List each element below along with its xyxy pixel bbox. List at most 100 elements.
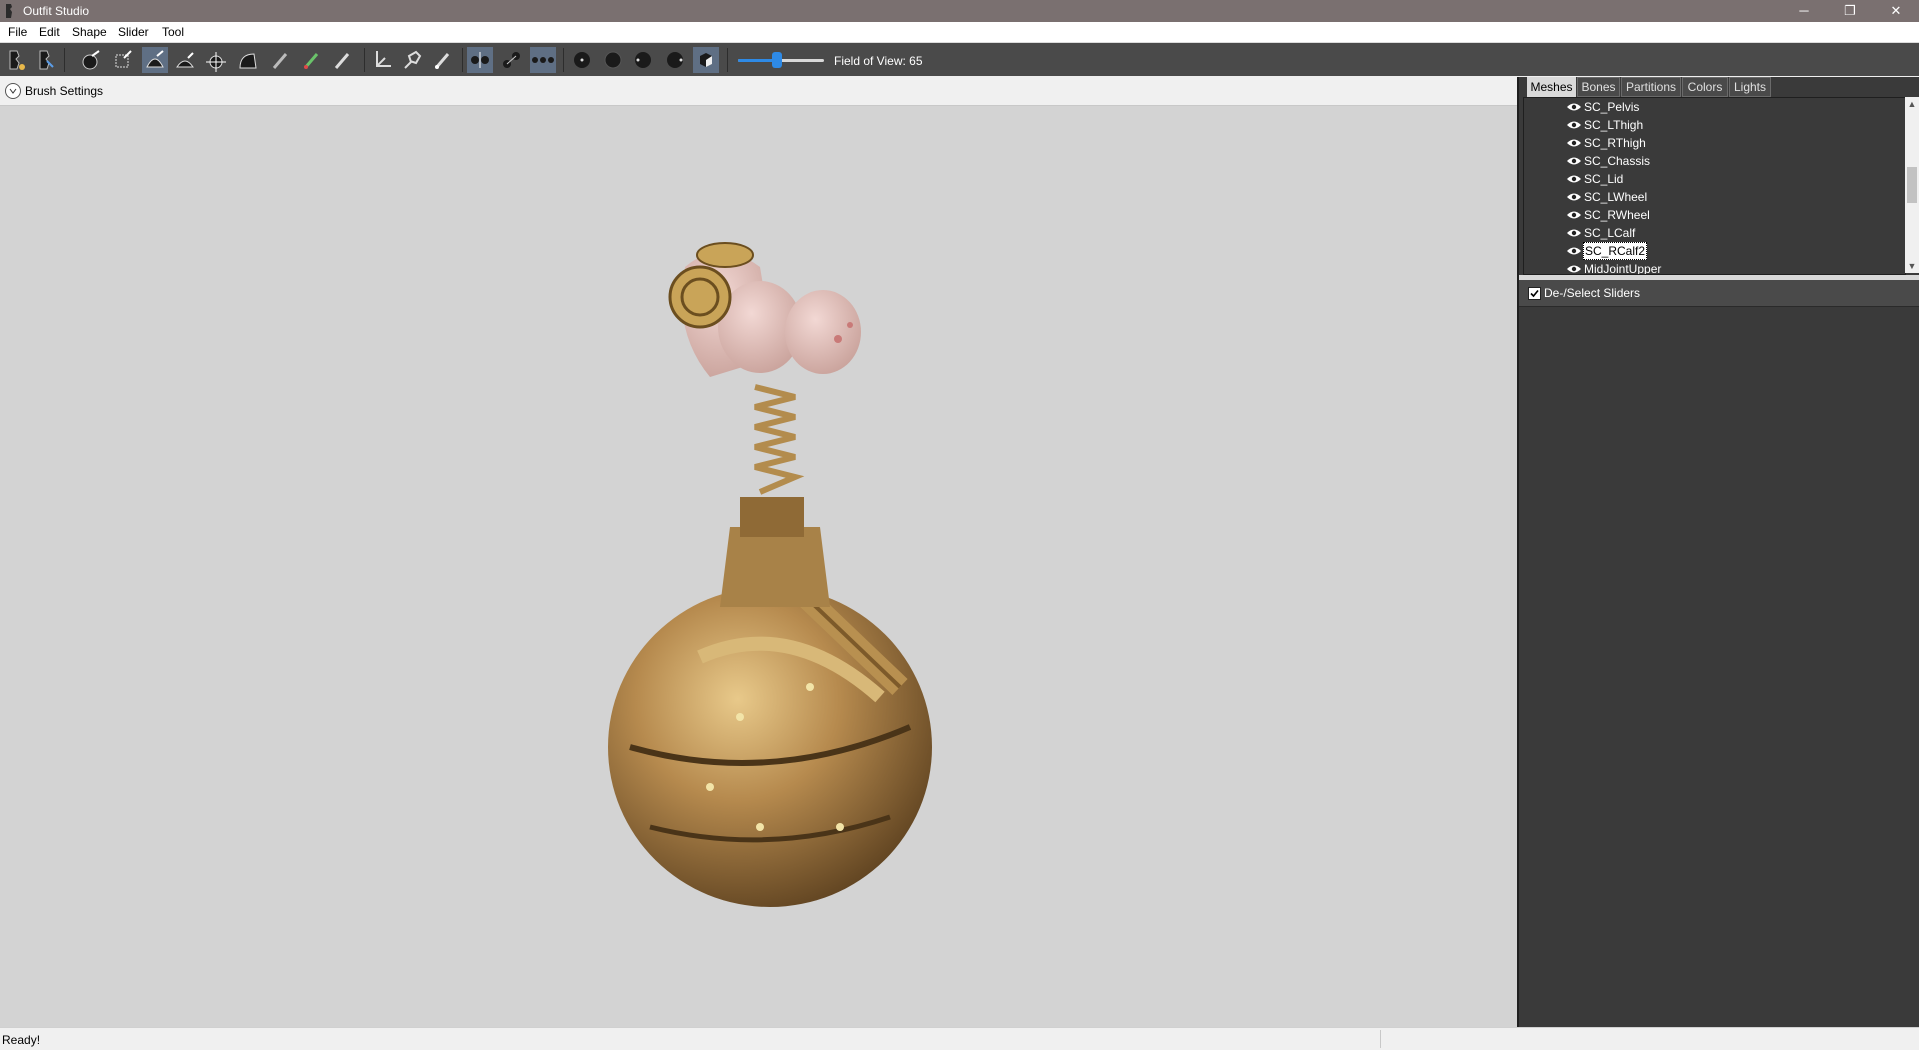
eye-icon[interactable] bbox=[1566, 228, 1582, 238]
scroll-up-icon[interactable]: ▲ bbox=[1905, 97, 1919, 111]
status-bar: Ready! bbox=[0, 1027, 1919, 1050]
move-brush-icon bbox=[206, 52, 226, 72]
deflate-brush-button[interactable] bbox=[172, 47, 198, 73]
small-brush-button[interactable] bbox=[569, 47, 595, 73]
smooth-brush-icon bbox=[239, 53, 257, 69]
eye-icon[interactable] bbox=[1566, 102, 1582, 112]
inflate-brush-icon bbox=[146, 50, 164, 68]
mesh-label: MidJointUpper bbox=[1584, 262, 1662, 275]
status-text: Ready! bbox=[2, 1033, 41, 1047]
transform-icon bbox=[376, 51, 391, 67]
load-outfit-icon bbox=[39, 50, 54, 70]
menu-shape[interactable]: Shape bbox=[72, 25, 107, 39]
tab-lights[interactable]: Lights bbox=[1729, 77, 1771, 97]
tab-meshes[interactable]: Meshes bbox=[1527, 77, 1576, 97]
smooth-brush-button[interactable] bbox=[235, 47, 261, 73]
pivot-icon bbox=[404, 50, 422, 69]
eye-icon[interactable] bbox=[1566, 156, 1582, 166]
slider-header: De-/Select Sliders bbox=[1519, 280, 1919, 307]
dot-brush-icon bbox=[635, 52, 651, 68]
mesh-list-scrollbar[interactable]: ▲ ▼ bbox=[1905, 97, 1919, 273]
3d-viewport[interactable]: Brush Settings bbox=[0, 77, 1517, 1027]
alpha-brush-button[interactable] bbox=[329, 47, 355, 73]
eye-icon[interactable] bbox=[1566, 138, 1582, 148]
sphere-brush-button[interactable] bbox=[662, 47, 688, 73]
cube-button[interactable] bbox=[693, 47, 719, 73]
mesh-label: SC_LWheel bbox=[1584, 190, 1648, 204]
cube-icon bbox=[700, 53, 712, 67]
load-outfit-button[interactable] bbox=[33, 47, 59, 73]
restore-button[interactable]: ❐ bbox=[1827, 0, 1873, 22]
vertex-edit-button[interactable] bbox=[430, 47, 456, 73]
right-panel: Meshes Bones Partitions Colors Lights SC… bbox=[1517, 77, 1919, 1027]
toolbar: Field of View: 65 bbox=[0, 43, 1919, 76]
fov-slider[interactable] bbox=[738, 52, 824, 68]
chevron-down-icon[interactable] bbox=[5, 83, 21, 99]
mesh-label: SC_RThigh bbox=[1584, 136, 1646, 150]
select-sliders-label: De-/Select Sliders bbox=[1544, 286, 1641, 300]
brush-settings-bar[interactable]: Brush Settings bbox=[0, 77, 1517, 106]
eye-icon[interactable] bbox=[1566, 264, 1582, 274]
eye-icon[interactable] bbox=[1566, 246, 1582, 256]
mesh-list[interactable]: SC_Pelvis SC_LThigh SC_RThigh SC_Chassis… bbox=[1523, 97, 1906, 275]
dot-brush-button[interactable] bbox=[630, 47, 656, 73]
sphere-brush-icon bbox=[667, 52, 683, 68]
move-brush-button[interactable] bbox=[204, 47, 230, 73]
fov-slider-thumb[interactable] bbox=[771, 52, 782, 68]
menu-file[interactable]: File bbox=[8, 25, 27, 39]
mesh-label: SC_Pelvis bbox=[1584, 100, 1640, 114]
scroll-thumb[interactable] bbox=[1907, 167, 1917, 203]
eye-icon[interactable] bbox=[1566, 210, 1582, 220]
load-reference-button[interactable] bbox=[3, 47, 29, 73]
pivot-button[interactable] bbox=[399, 47, 425, 73]
fov-label: Field of View: 65 bbox=[834, 54, 923, 68]
connected-only-button[interactable] bbox=[499, 47, 525, 73]
menu-tool[interactable]: Tool bbox=[162, 25, 184, 39]
mesh-label: SC_Lid bbox=[1584, 172, 1624, 186]
weight-brush-icon bbox=[272, 53, 288, 69]
brush-settings-label: Brush Settings bbox=[25, 84, 104, 98]
menu-edit[interactable]: Edit bbox=[39, 25, 60, 39]
deflate-brush-icon bbox=[176, 52, 194, 68]
title-bar: Outfit Studio ─ ❐ ✕ bbox=[0, 0, 1919, 22]
scroll-down-icon[interactable]: ▼ bbox=[1905, 259, 1919, 273]
select-brush-icon bbox=[82, 50, 100, 70]
global-brush-icon bbox=[532, 57, 554, 63]
window-title: Outfit Studio bbox=[23, 4, 90, 18]
mask-brush-button[interactable] bbox=[110, 47, 136, 73]
close-button[interactable]: ✕ bbox=[1873, 0, 1919, 22]
tab-bones[interactable]: Bones bbox=[1577, 77, 1620, 97]
vertex-edit-icon bbox=[434, 53, 450, 69]
weight-brush-button[interactable] bbox=[267, 47, 293, 73]
tab-partitions[interactable]: Partitions bbox=[1621, 77, 1681, 97]
mask-brush-icon bbox=[115, 50, 132, 68]
mesh-label: SC_RCalf2 bbox=[1583, 242, 1648, 260]
global-brush-button[interactable] bbox=[530, 47, 556, 73]
tab-colors[interactable]: Colors bbox=[1682, 77, 1728, 97]
mesh-label: SC_LThigh bbox=[1584, 118, 1644, 132]
app-icon bbox=[6, 4, 12, 18]
mesh-label: SC_LCalf bbox=[1584, 226, 1636, 240]
small-brush-icon bbox=[574, 52, 590, 68]
minimize-button[interactable]: ─ bbox=[1781, 0, 1827, 22]
eye-icon[interactable] bbox=[1566, 174, 1582, 184]
menu-bar: File Edit Shape Slider Tool bbox=[0, 22, 1919, 43]
select-sliders-checkbox[interactable] bbox=[1528, 287, 1541, 300]
fov-slider-fill bbox=[738, 59, 777, 62]
model-render[interactable] bbox=[590, 227, 950, 927]
color-brush-button[interactable] bbox=[298, 47, 324, 73]
large-brush-button[interactable] bbox=[600, 47, 626, 73]
eye-icon[interactable] bbox=[1566, 120, 1582, 130]
select-brush-button[interactable] bbox=[78, 47, 104, 73]
menu-slider[interactable]: Slider bbox=[118, 25, 149, 39]
inflate-brush-button[interactable] bbox=[142, 47, 168, 73]
load-reference-icon bbox=[9, 50, 25, 70]
color-brush-icon bbox=[303, 53, 319, 69]
large-brush-icon bbox=[604, 51, 622, 69]
mesh-label: SC_RWheel bbox=[1584, 208, 1650, 222]
transform-button[interactable] bbox=[368, 47, 394, 73]
alpha-brush-icon bbox=[334, 53, 350, 69]
x-mirror-button[interactable] bbox=[467, 47, 493, 73]
eye-icon[interactable] bbox=[1566, 192, 1582, 202]
connected-only-icon bbox=[503, 52, 520, 68]
